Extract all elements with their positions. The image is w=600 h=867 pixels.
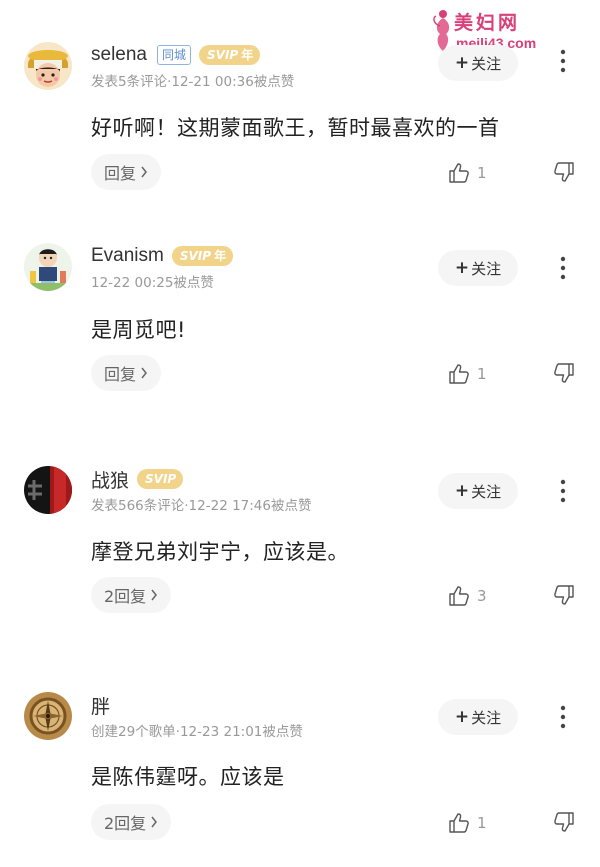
like-count: 1 xyxy=(477,164,487,182)
avatar[interactable] xyxy=(24,466,72,514)
chevron-right-icon xyxy=(151,589,158,601)
name-row: selena 同城 SVIP 年 xyxy=(91,44,261,66)
like-count: 3 xyxy=(477,587,487,605)
reply-label: 2回复 xyxy=(104,587,147,606)
like-button[interactable]: 1 xyxy=(447,810,487,836)
chevron-right-icon xyxy=(141,367,147,379)
thumbs-up-icon xyxy=(449,163,469,183)
svip-label: SVIP xyxy=(207,48,239,62)
comment-text: 摩登兄弟刘宇宁，应该是。 xyxy=(91,540,349,564)
compass-avatar-icon xyxy=(24,692,72,740)
comment-meta: 12-22 00:25被点赞 xyxy=(91,275,214,291)
thumbs-down-icon[interactable] xyxy=(552,583,576,609)
like-button[interactable]: 1 xyxy=(447,160,487,186)
avatar[interactable] xyxy=(24,243,72,291)
comment-meta: 发表5条评论·12-21 00:36被点赞 xyxy=(91,74,295,90)
dark-red-avatar-icon xyxy=(24,466,72,514)
reply-button[interactable]: 2回复 xyxy=(91,804,172,840)
watermark-title: 美妇网 xyxy=(454,12,521,34)
more-vertical-icon[interactable] xyxy=(553,702,573,732)
like-button[interactable]: 3 xyxy=(447,583,487,609)
comment-text: 好听啊！这期蒙面歌王，暂时最喜欢的一首 xyxy=(91,116,500,140)
svip-year-label: 年 xyxy=(241,48,254,62)
svip-badge[interactable]: SVIP 年 xyxy=(171,246,234,266)
cartoon-girl-avatar-icon xyxy=(24,42,72,90)
avatar[interactable] xyxy=(24,42,72,90)
thumbs-down-icon[interactable] xyxy=(552,810,576,836)
reply-label: 回复 xyxy=(104,164,137,183)
reply-button[interactable]: 2回复 xyxy=(91,577,172,613)
follow-label: 关注 xyxy=(471,259,502,278)
thumbs-down-icon[interactable] xyxy=(552,361,576,387)
follow-label: 关注 xyxy=(471,482,502,501)
more-vertical-icon[interactable] xyxy=(553,253,573,283)
comment-meta: 创建29个歌单·12-23 21:01被点赞 xyxy=(91,724,303,740)
comment-text: 是周觅吧! xyxy=(91,318,186,342)
name-row: 胖 xyxy=(91,692,110,719)
city-tag: 同城 xyxy=(157,45,192,65)
thumbs-up-icon xyxy=(449,813,469,833)
thumbs-down-icon[interactable] xyxy=(552,160,576,186)
plus-icon: + xyxy=(454,53,470,73)
username[interactable]: 战狼 xyxy=(91,466,129,493)
follow-label: 关注 xyxy=(471,708,502,727)
svip-badge[interactable]: SVIP 年 xyxy=(199,45,261,65)
follow-button[interactable]: + 关注 xyxy=(438,473,518,509)
plus-icon: + xyxy=(454,258,470,278)
reply-button[interactable]: 回复 xyxy=(91,154,162,190)
follow-label: 关注 xyxy=(471,54,502,73)
cartoon-boy-avatar-icon xyxy=(24,243,72,291)
follow-button[interactable]: + 关注 xyxy=(438,250,518,286)
reply-label: 2回复 xyxy=(104,814,147,833)
thumbs-up-icon xyxy=(449,364,469,384)
follow-button[interactable]: + 关注 xyxy=(438,45,518,81)
like-count: 1 xyxy=(477,814,487,832)
svip-label: SVIP xyxy=(145,472,177,486)
reply-button[interactable]: 回复 xyxy=(91,355,162,391)
svip-year-label: 年 xyxy=(214,249,227,263)
more-vertical-icon[interactable] xyxy=(553,476,573,506)
follow-button[interactable]: + 关注 xyxy=(438,699,518,735)
more-vertical-icon[interactable] xyxy=(553,46,573,76)
thumbs-up-icon xyxy=(449,586,469,606)
svip-badge[interactable]: SVIP xyxy=(137,469,184,489)
chevron-right-icon xyxy=(141,166,147,178)
like-count: 1 xyxy=(477,365,487,383)
avatar[interactable] xyxy=(24,692,72,740)
plus-icon: + xyxy=(454,481,470,501)
like-button[interactable]: 1 xyxy=(447,361,487,387)
username[interactable]: Evanism xyxy=(91,245,164,267)
name-row: 战狼 SVIP xyxy=(91,466,184,493)
chevron-right-icon xyxy=(151,816,158,828)
name-row: Evanism SVIP 年 xyxy=(91,245,234,267)
svip-label: SVIP xyxy=(179,249,212,263)
username[interactable]: 胖 xyxy=(91,692,110,719)
comment-meta: 发表566条评论·12-22 17:46被点赞 xyxy=(91,498,312,514)
username[interactable]: selena xyxy=(91,44,147,66)
plus-icon: + xyxy=(454,707,470,727)
reply-label: 回复 xyxy=(104,365,137,384)
comment-text: 是陈伟霆呀。应该是 xyxy=(91,765,285,789)
